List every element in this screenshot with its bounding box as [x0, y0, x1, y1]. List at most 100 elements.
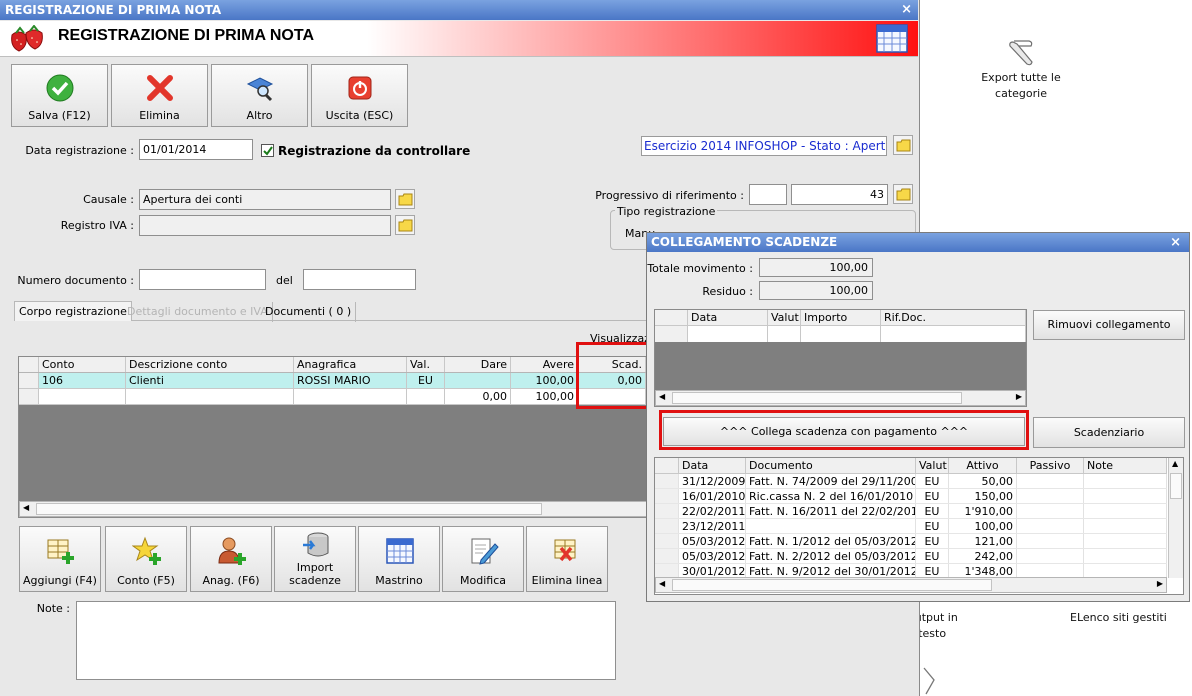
scroll-thumb[interactable] — [1170, 473, 1182, 499]
list-header-passivo[interactable]: Passivo — [1017, 458, 1084, 473]
grid-header-avere[interactable]: Avere — [511, 357, 578, 372]
list-header-note[interactable]: Note — [1084, 458, 1167, 473]
window-close-button[interactable]: × — [901, 0, 912, 20]
progressivo-field-1[interactable] — [749, 184, 787, 205]
list-header-data[interactable]: Data — [679, 458, 746, 473]
list-cell-attivo: 150,00 — [949, 489, 1017, 503]
tab-corpo-registrazione[interactable]: Corpo registrazione — [14, 301, 132, 321]
grid-header-anagrafica[interactable]: Anagrafica — [294, 357, 407, 372]
table-row[interactable] — [655, 326, 1026, 342]
grid-header-conto[interactable]: Conto — [39, 357, 126, 372]
list-cell-valut: EU — [916, 519, 949, 533]
grid-horizontal-scrollbar[interactable]: ◀ — [19, 501, 649, 517]
causale-folder-button[interactable] — [395, 189, 415, 209]
other-button[interactable]: Altro — [211, 64, 308, 127]
scroll-left-arrow-icon[interactable]: ◀ — [659, 579, 665, 588]
scroll-icon — [923, 667, 935, 695]
da-controllare-checkbox[interactable] — [261, 144, 274, 157]
scroll-left-arrow-icon[interactable]: ◀ — [659, 392, 665, 401]
progressivo-field-2[interactable]: 43 — [791, 184, 888, 205]
linked-header-data[interactable]: Data — [688, 310, 768, 325]
import-scadenze-label: Import scadenze — [289, 561, 341, 587]
registro-iva-folder-button[interactable] — [395, 215, 415, 235]
esercizio-folder-button[interactable] — [893, 135, 913, 155]
list-horizontal-scrollbar[interactable]: ◀ ▶ — [655, 577, 1167, 593]
registro-iva-field[interactable] — [139, 215, 391, 236]
row-selector[interactable] — [655, 326, 688, 342]
cell-conto — [39, 389, 126, 404]
siti-label: ELenco siti gestiti — [1070, 611, 1167, 624]
linked-grid-scrollbar[interactable]: ◀ ▶ — [655, 390, 1026, 406]
list-cell-attivo: 1'348,00 — [949, 564, 1017, 578]
list-header-documento[interactable]: Documento — [746, 458, 916, 473]
row-selector[interactable] — [655, 474, 679, 488]
row-selector[interactable] — [655, 489, 679, 503]
list-item[interactable]: 16/01/2010 Ric.cassa N. 2 del 16/01/2010 … — [655, 489, 1167, 504]
row-selector[interactable] — [655, 534, 679, 548]
list-item[interactable]: 23/12/2011 EU 100,00 — [655, 519, 1167, 534]
row-selector[interactable] — [655, 549, 679, 563]
list-item[interactable]: 05/03/2012 Fatt. N. 1/2012 del 05/03/2012… — [655, 534, 1167, 549]
rimuovi-collegamento-button[interactable]: Rimuovi collegamento — [1033, 310, 1185, 340]
add-row-button[interactable]: Aggiungi (F4) — [19, 526, 101, 592]
list-cell-documento: Fatt. N. 16/2011 del 22/02/2011 — [746, 504, 916, 518]
scroll-thumb[interactable] — [672, 579, 992, 591]
tab-documenti[interactable]: Documenti ( 0 ) — [261, 302, 357, 322]
list-item[interactable]: 30/01/2012 Fatt. N. 9/2012 del 30/01/2012… — [655, 564, 1167, 578]
data-registrazione-field[interactable]: 01/01/2014 — [139, 139, 253, 160]
grid-header-dare[interactable]: Dare — [445, 357, 511, 372]
scroll-thumb[interactable] — [36, 503, 542, 515]
list-cell-data: 05/03/2012 — [679, 549, 746, 563]
elimina-linea-button[interactable]: Elimina linea — [526, 526, 608, 592]
numero-documento-field[interactable] — [139, 269, 266, 290]
scroll-left-arrow-icon[interactable]: ◀ — [23, 503, 29, 512]
list-header-attivo[interactable]: Attivo — [949, 458, 1017, 473]
linked-header-valut[interactable]: Valut — [768, 310, 801, 325]
grid-header-descrizione[interactable]: Descrizione conto — [126, 357, 294, 372]
row-selector[interactable] — [655, 564, 679, 578]
table-row[interactable]: 0,00 100,00 — [19, 389, 649, 405]
list-vertical-scrollbar[interactable]: ▲ — [1168, 458, 1183, 578]
progressivo-folder-button[interactable] — [893, 184, 913, 204]
row-selector[interactable] — [19, 389, 39, 404]
linked-header-rifdoc[interactable]: Rif.Doc. — [881, 310, 1026, 325]
row-selector[interactable] — [19, 373, 39, 388]
export-label: Export tutte le categorie — [981, 71, 1061, 100]
calendar-icon[interactable] — [876, 24, 908, 53]
scroll-right-arrow-icon[interactable]: ▶ — [1157, 579, 1163, 588]
del-field[interactable] — [303, 269, 416, 290]
scroll-up-arrow-icon[interactable]: ▲ — [1172, 459, 1178, 468]
exit-button[interactable]: Uscita (ESC) — [311, 64, 408, 127]
table-row[interactable]: 106 Clienti ROSSI MARIO EU 100,00 0,00 — [19, 373, 649, 389]
grid-header-val[interactable]: Val. — [407, 357, 445, 372]
export-categorie-shortcut[interactable]: Export tutte le categorie — [975, 36, 1067, 102]
note-label: Note : — [36, 602, 70, 615]
modifica-button[interactable]: Modifica — [442, 526, 524, 592]
list-item[interactable]: 05/03/2012 Fatt. N. 2/2012 del 05/03/2012… — [655, 549, 1167, 564]
save-button[interactable]: Salva (F12) — [11, 64, 108, 127]
linked-cell — [768, 326, 801, 342]
scroll-right-arrow-icon[interactable]: ▶ — [1016, 392, 1022, 401]
scadenziario-button[interactable]: Scadenziario — [1033, 417, 1185, 448]
list-cell-documento: Ric.cassa N. 2 del 16/01/2010 - — [746, 489, 916, 503]
dialog-close-button[interactable]: × — [1170, 233, 1181, 252]
tab-dettagli-documento[interactable]: Dettagli documento e IVA — [123, 302, 273, 322]
row-selector[interactable] — [655, 504, 679, 518]
conto-button[interactable]: Conto (F5) — [105, 526, 187, 592]
list-header-valut[interactable]: Valut — [916, 458, 949, 473]
list-cell-data: 16/01/2010 — [679, 489, 746, 503]
causale-field[interactable]: Apertura dei conti — [139, 189, 391, 210]
note-field[interactable] — [76, 601, 616, 680]
registro-iva-label: Registro IVA : — [60, 219, 134, 232]
list-item[interactable]: 31/12/2009 Fatt. N. 74/2009 del 29/11/200… — [655, 474, 1167, 489]
import-scadenze-button[interactable]: Import scadenze — [274, 526, 356, 592]
cell-anagrafica — [294, 389, 407, 404]
row-selector[interactable] — [655, 519, 679, 533]
mastrino-button[interactable]: Mastrino — [358, 526, 440, 592]
anagrafica-button[interactable]: Anag. (F6) — [190, 526, 272, 592]
linked-header-importo[interactable]: Importo — [801, 310, 881, 325]
scroll-thumb[interactable] — [672, 392, 962, 404]
delete-button[interactable]: Elimina — [111, 64, 208, 127]
list-cell-documento: Fatt. N. 9/2012 del 30/01/2012 - — [746, 564, 916, 578]
list-item[interactable]: 22/02/2011 Fatt. N. 16/2011 del 22/02/201… — [655, 504, 1167, 519]
